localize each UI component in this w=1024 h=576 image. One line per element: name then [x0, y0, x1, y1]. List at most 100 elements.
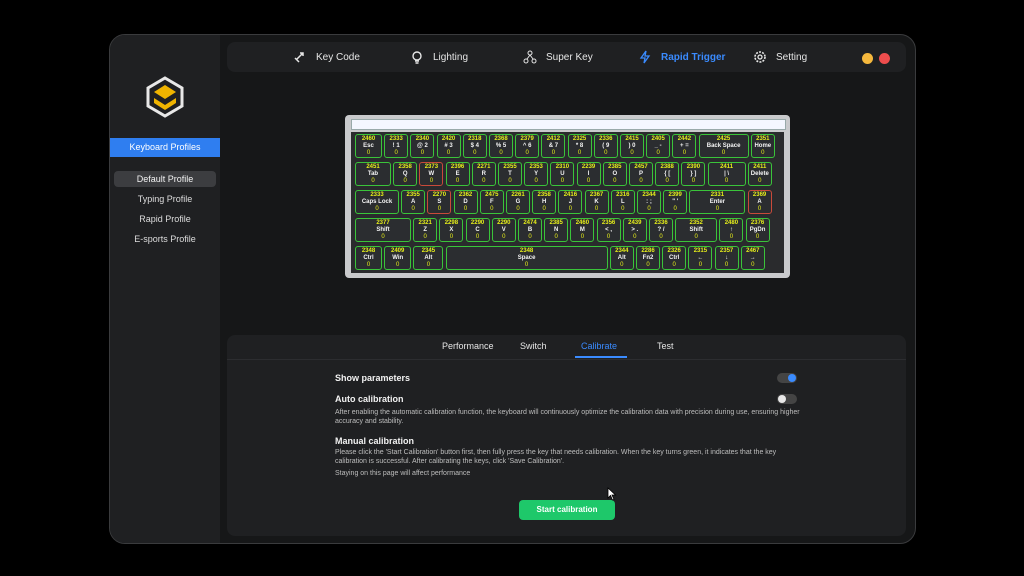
key-7[interactable]: 2412 & 70 [541, 134, 566, 158]
key-z[interactable]: 2321 Z 0 [413, 218, 438, 242]
key-alt[interactable]: 2345 Alt 0 [413, 246, 444, 270]
key-a[interactable]: 2369 A 0 [747, 190, 772, 214]
key-tab[interactable]: 2451 Tab 0 [355, 162, 391, 186]
tab-test[interactable]: Test [657, 341, 674, 351]
key-sub-value: 0 [639, 178, 643, 184]
key-1[interactable]: 2333! 10 [384, 134, 409, 158]
tab-calibrate[interactable]: Calibrate [581, 341, 617, 351]
key-[interactable]: 2357 ↓ 0 [714, 246, 739, 270]
key-u[interactable]: 2310 U 0 [550, 162, 575, 186]
key-n[interactable]: 2385 N 0 [544, 218, 569, 242]
key-label: ) 0 [628, 143, 636, 149]
key-fn2[interactable]: 2286 Fn2 0 [636, 246, 660, 270]
key-[interactable]: 2356 < ,0 [596, 218, 621, 242]
key-alt[interactable]: 2344 Alt 0 [609, 246, 634, 270]
profile-esports[interactable]: E-sports Profile [114, 231, 216, 247]
key-[interactable]: 2411 | \ 0 [707, 162, 746, 186]
key-j[interactable]: 2416 J 0 [558, 190, 583, 214]
key-shift[interactable]: 2352 Shift 0 [675, 218, 718, 242]
key-m[interactable]: 2460 M 0 [570, 218, 595, 242]
key-back-space[interactable]: 2425 Back Space 0 [698, 134, 749, 158]
key-[interactable]: 2344: ; 0 [637, 190, 661, 214]
key-label: T [508, 171, 512, 177]
show-parameters-toggle[interactable] [777, 373, 797, 383]
key-d[interactable]: 2362 D 0 [453, 190, 478, 214]
key-[interactable]: 2336? /0 [649, 218, 673, 242]
key-[interactable]: 2442 + = 0 [672, 134, 697, 158]
key-value: 2348 [519, 248, 534, 254]
key-v[interactable]: 2290 V 0 [491, 218, 516, 242]
key-space[interactable]: 2348 Space 0 [445, 246, 608, 270]
key-label: W [428, 171, 435, 177]
nav-super-key[interactable]: Super Key [523, 42, 593, 72]
key-5[interactable]: 2368% 50 [489, 134, 513, 158]
key-home[interactable]: 2351 Home 0 [750, 134, 775, 158]
start-calibration-button[interactable]: Start calibration [519, 500, 615, 520]
key-h[interactable]: 2358 H 0 [532, 190, 557, 214]
key-o[interactable]: 2385 O 0 [602, 162, 627, 186]
key-caps-lock[interactable]: 2333 Caps Lock 0 [355, 190, 399, 214]
key-sub-value: 0 [761, 150, 765, 156]
key-e[interactable]: 2396 E 0 [445, 162, 470, 186]
key-esc[interactable]: 2460 Esc 0 [355, 134, 382, 158]
key-shift[interactable]: 2377 Shift 0 [355, 218, 411, 242]
tab-switch[interactable]: Switch [520, 341, 547, 351]
key-ctrl[interactable]: 2348 Ctrl 0 [355, 246, 382, 270]
key-[interactable]: 2467 → 0 [740, 246, 765, 270]
key-b[interactable]: 2474 B 0 [518, 218, 542, 242]
key-enter[interactable]: 2331 Enter 0 [689, 190, 746, 214]
key-t[interactable]: 2355 T 0 [498, 162, 522, 186]
profile-rapid[interactable]: Rapid Profile [114, 211, 216, 227]
key-3[interactable]: 2420 # 30 [436, 134, 461, 158]
minimize-button[interactable] [862, 53, 873, 64]
key-y[interactable]: 2353 Y 0 [524, 162, 549, 186]
close-button[interactable] [879, 53, 890, 64]
key-value: 2396 [450, 164, 465, 170]
key-[interactable]: 2315 ← 0 [688, 246, 713, 270]
nav-key-code[interactable]: Key Code [293, 42, 360, 72]
key-delete[interactable]: 2411 Delete 0 [747, 162, 772, 186]
key-[interactable]: 2405 _ -0 [646, 134, 671, 158]
nav-rapid-trigger[interactable]: Rapid Trigger [638, 42, 725, 72]
key-sub-value: 0 [403, 178, 407, 184]
nav-setting[interactable]: Setting [753, 42, 807, 72]
key-w[interactable]: 2373 W 0 [419, 162, 444, 186]
profile-typing[interactable]: Typing Profile [114, 191, 216, 207]
key-r[interactable]: 2271 R 0 [471, 162, 496, 186]
key-[interactable]: 2399 " ' 0 [663, 190, 688, 214]
nav-key-code-label: Key Code [316, 51, 360, 63]
key-q[interactable]: 2358 Q 0 [393, 162, 418, 186]
key-4[interactable]: 2318 $ 40 [462, 134, 487, 158]
key-ctrl[interactable]: 2326 Ctrl 0 [662, 246, 687, 270]
nav-lighting[interactable]: Lighting [410, 42, 468, 72]
key-[interactable]: 2439 > .0 [622, 218, 647, 242]
auto-calibration-toggle[interactable] [777, 394, 797, 404]
key-label: A [411, 199, 416, 205]
key-0[interactable]: 2415) 00 [620, 134, 644, 158]
key-sub-value: 0 [568, 206, 573, 212]
key-[interactable]: 2480 ↑ 0 [719, 218, 744, 242]
key-c[interactable]: 2290 C 0 [465, 218, 490, 242]
key-f[interactable]: 2475 F 0 [479, 190, 504, 214]
key-win[interactable]: 2409 Win 0 [384, 246, 412, 270]
key-k[interactable]: 2367 K 0 [584, 190, 609, 214]
key-sub-value: 0 [551, 150, 556, 156]
key-8[interactable]: 2325 * 80 [567, 134, 592, 158]
key-l[interactable]: 2316 L 0 [610, 190, 635, 214]
key-9[interactable]: 2336( 90 [593, 134, 618, 158]
key-a[interactable]: 2355 A 0 [401, 190, 426, 214]
key-i[interactable]: 2239 I 0 [576, 162, 601, 186]
key-2[interactable]: 2340 @ 20 [410, 134, 435, 158]
key-6[interactable]: 2379 ^ 60 [515, 134, 540, 158]
key-sub-value: 0 [560, 178, 565, 184]
key-s[interactable]: 2270 S 0 [427, 190, 452, 214]
tab-performance[interactable]: Performance [442, 341, 494, 351]
key-[interactable]: 2388{ [0 [655, 162, 680, 186]
key-x[interactable]: 2298 X 0 [439, 218, 464, 242]
key-g[interactable]: 2261 G 0 [506, 190, 530, 214]
key-p[interactable]: 2457 P 0 [629, 162, 653, 186]
key-pgdn[interactable]: 2376 PgDn 0 [745, 218, 770, 242]
profile-default[interactable]: Default Profile [114, 171, 216, 187]
key-[interactable]: 2390} ] 0 [681, 162, 706, 186]
key-value: 2416 [563, 192, 578, 198]
